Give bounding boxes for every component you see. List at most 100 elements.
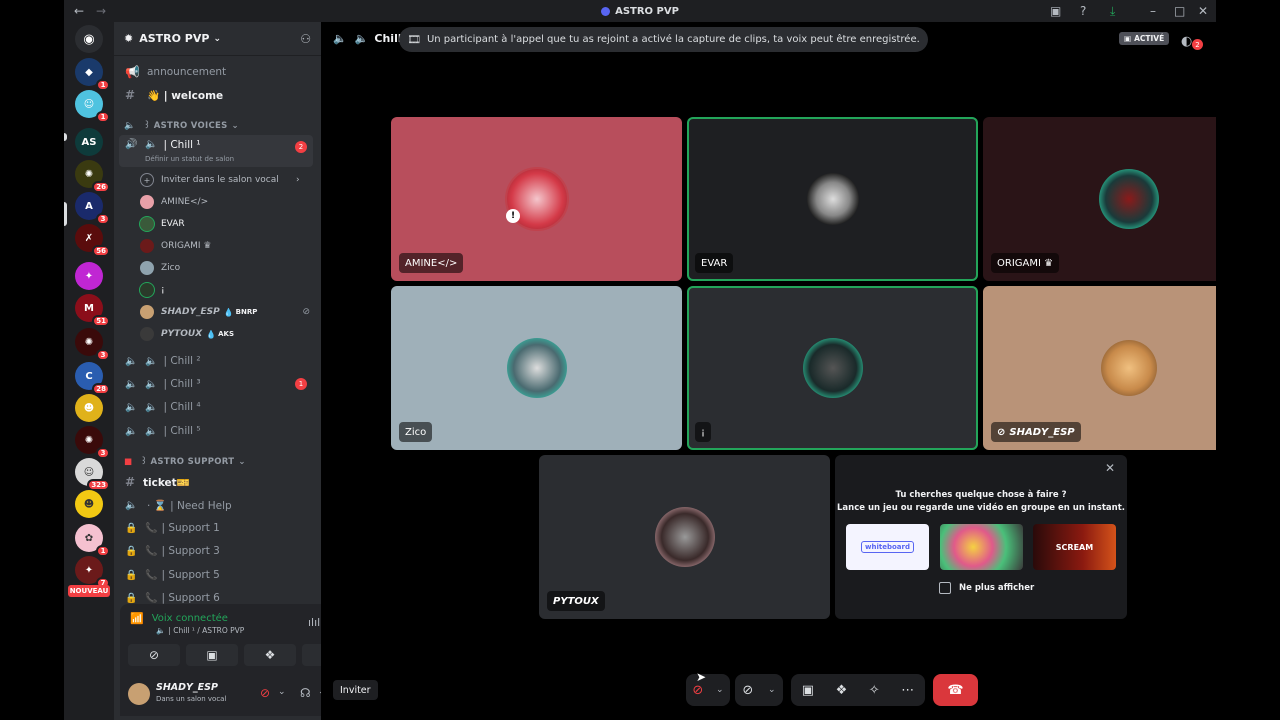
close-icon[interactable]: ✕ [1105, 461, 1115, 475]
guild-8[interactable]: M 51 [75, 294, 110, 327]
minimize-icon[interactable]: – [1150, 3, 1156, 19]
guild-6[interactable]: ✗ 56 [75, 224, 110, 257]
username[interactable]: 𝙎𝙃𝘼𝘿𝙔_𝙀𝙎𝙋 [156, 682, 218, 693]
activities-button[interactable]: ❖ [244, 644, 296, 666]
channel-chill-5[interactable]: 🔈 🔈 | Chill ⁵ [119, 420, 313, 442]
voice-user[interactable]: 𝙎𝙃𝘼𝘿𝙔_𝙀𝙎𝙋 💧 BNRP ⊘ [140, 302, 310, 322]
call-header: 🔈 🔈 Chill [333, 32, 402, 45]
guild-12[interactable]: ✺ 3 [75, 426, 110, 459]
activities-icon: ❖ [264, 648, 276, 662]
guild-4[interactable]: ✺ 26 [75, 160, 110, 193]
channel-status[interactable]: Définir un statut de salon [145, 155, 234, 163]
participant-tile[interactable]: 𝙋𝙔𝙏𝙊𝙐𝙓 [539, 455, 830, 619]
activity-card-game[interactable] [940, 524, 1023, 570]
guild-13[interactable]: ☺ 323 [75, 458, 110, 491]
activities-icon[interactable]: ❖ [836, 683, 848, 698]
camera-off-button[interactable]: ⊘ [128, 644, 180, 666]
activity-card-scream[interactable]: SCREAM [1033, 524, 1116, 570]
guild-11[interactable]: ☻ [75, 394, 103, 422]
speaker-icon: 🔈 [125, 378, 138, 390]
more-icon[interactable]: ⋯ [901, 683, 914, 698]
guild-10[interactable]: C 28 [75, 362, 110, 395]
participant-tile[interactable]: EVAR [687, 117, 978, 281]
inbox-button[interactable]: ◐ 2 [1181, 30, 1203, 50]
channel-support-5[interactable]: 🔒 📞 | Support 5 [119, 564, 313, 586]
channel-welcome[interactable]: # 👋 | welcome [119, 84, 313, 106]
voice-user[interactable]: ¡ [140, 280, 165, 300]
help-icon[interactable]: ? [1080, 3, 1086, 19]
headphones-icon[interactable]: ☊ [300, 686, 311, 700]
invite-voice[interactable]: + Inviter dans le salon vocal › [140, 170, 300, 190]
hang-up-icon: ☎ [947, 682, 964, 698]
guild-3[interactable]: AS [75, 128, 103, 156]
download-icon[interactable]: ⤓ [1110, 3, 1115, 19]
avatar[interactable] [128, 683, 150, 705]
chevron-right-icon: › [296, 175, 300, 185]
activity-card-whiteboard[interactable]: whiteboard [846, 524, 929, 570]
guild-16[interactable]: ✦ 7 [75, 556, 110, 589]
screen-share-icon[interactable]: ▣ [802, 683, 814, 698]
avatar [140, 239, 154, 253]
activity-subtitle: Lance un jeu ou regarde une vidéo en gro… [836, 503, 1126, 513]
channel-need-help[interactable]: 🔈 · ⌛ | Need Help [119, 494, 313, 516]
guild-astro[interactable]: A3 [75, 192, 110, 225]
voice-channel[interactable]: 🔈 | Chill ¹ / ASTRO PVP [156, 626, 244, 635]
camera-toggle[interactable]: ⊘ ⌄ [735, 674, 783, 706]
add-member-icon[interactable]: ⚇ [300, 32, 311, 46]
participant-tile[interactable]: ORIGAMI ♛ [983, 117, 1216, 281]
mic-toggle[interactable]: ⊘ ⌄ [686, 674, 730, 706]
guild-badge: 3 [96, 349, 110, 361]
participant-tile[interactable]: ! AMINE</> [391, 117, 682, 281]
hash-icon: # [125, 88, 136, 102]
server-header[interactable]: ✹ ASTRO PVP ⌄ ⚇ [114, 22, 321, 56]
voice-user[interactable]: AMINE</> [140, 192, 208, 212]
channel-chill-4[interactable]: 🔈 🔈 | Chill ⁴ [119, 396, 313, 418]
guild-15[interactable]: ✿ 1 [75, 524, 110, 557]
avatar [806, 173, 859, 225]
speaker-icon: 🔈 [145, 401, 158, 413]
guild-7[interactable]: ✦ [75, 262, 103, 290]
guild-2[interactable]: ☺ 1 [75, 90, 110, 123]
guild-9[interactable]: ✺ 3 [75, 328, 110, 361]
chevron-down-icon[interactable]: ⌄ [278, 687, 286, 697]
voice-user[interactable]: Zico [140, 258, 180, 278]
channel-support-3[interactable]: 🔒 📞 | Support 3 [119, 540, 313, 562]
speaker-icon: 🔊 [125, 139, 138, 150]
channel-announcement[interactable]: 📢 announcement [119, 61, 313, 83]
channel-chill-2[interactable]: 🔈 🔈 | Chill ² [119, 350, 313, 372]
channel-ticket[interactable]: # ticket🎫 [119, 471, 313, 493]
close-icon[interactable]: ✕ [1198, 3, 1208, 19]
channel-chill-3[interactable]: 🔈 🔈 | Chill ³1 [119, 373, 313, 395]
face-icon: ☺ [83, 98, 95, 110]
avatar [1098, 169, 1159, 229]
voice-user[interactable]: ORIGAMI ♛ [140, 236, 211, 256]
voice-user[interactable]: EVAR [140, 214, 185, 234]
category-astro-voices[interactable]: 🔈 ꒱ ASTRO VOICES ⌄ [124, 120, 239, 132]
clip-capture-toast[interactable]: 🎞 Un participant à l'appel que tu as rej… [399, 27, 928, 52]
muted-mic-icon[interactable]: ⊘ [260, 686, 270, 700]
lock-icon: 🔒 [125, 522, 138, 534]
drop-icon: 💧 [206, 329, 217, 339]
voice-status[interactable]: 📶 Voix connectée [130, 612, 228, 625]
screen-share-icon[interactable]: ▣ [1050, 3, 1061, 19]
invite-button[interactable]: Inviter [333, 680, 378, 700]
dont-show-checkbox[interactable]: Ne plus afficher [939, 582, 1034, 594]
category-astro-support[interactable]: ■ ꒱ ASTRO SUPPORT ⌄ [124, 456, 246, 468]
participant-tile[interactable]: ⊘ 𝙎𝙃𝘼𝘿𝙔_𝙀𝙎𝙋 [983, 286, 1216, 450]
guild-14[interactable]: ☻ [75, 490, 103, 518]
channel-support-1[interactable]: 🔒 📞 | Support 1 [119, 517, 313, 539]
participant-tile[interactable]: Zico [391, 286, 682, 450]
guild-1[interactable]: ◆ 1 [75, 58, 110, 91]
guild-home[interactable]: ◉ [75, 25, 103, 53]
disconnect-button[interactable]: ☎ [933, 674, 978, 706]
screen-share-button[interactable]: ▣ [186, 644, 238, 666]
soundboard-icon[interactable]: ✧ [869, 683, 880, 698]
channel-chill-1[interactable]: 🔊 🔈 | Chill ¹ 2 Définir un statut de sal… [119, 135, 313, 167]
participant-tile[interactable]: ¡ [687, 286, 978, 450]
noise-suppression-icon[interactable]: ılıl [308, 616, 320, 629]
guild-badge: 1 [96, 79, 110, 91]
maximize-icon[interactable]: □ [1174, 3, 1185, 19]
clips-active-badge[interactable]: ▣ ACTIVÉ [1119, 32, 1170, 45]
activity-title: Tu cherches quelque chose à faire ? [895, 490, 1067, 500]
voice-user[interactable]: 𝙋𝙔𝙏𝙊𝙐𝙓 💧 AKS [140, 324, 234, 344]
